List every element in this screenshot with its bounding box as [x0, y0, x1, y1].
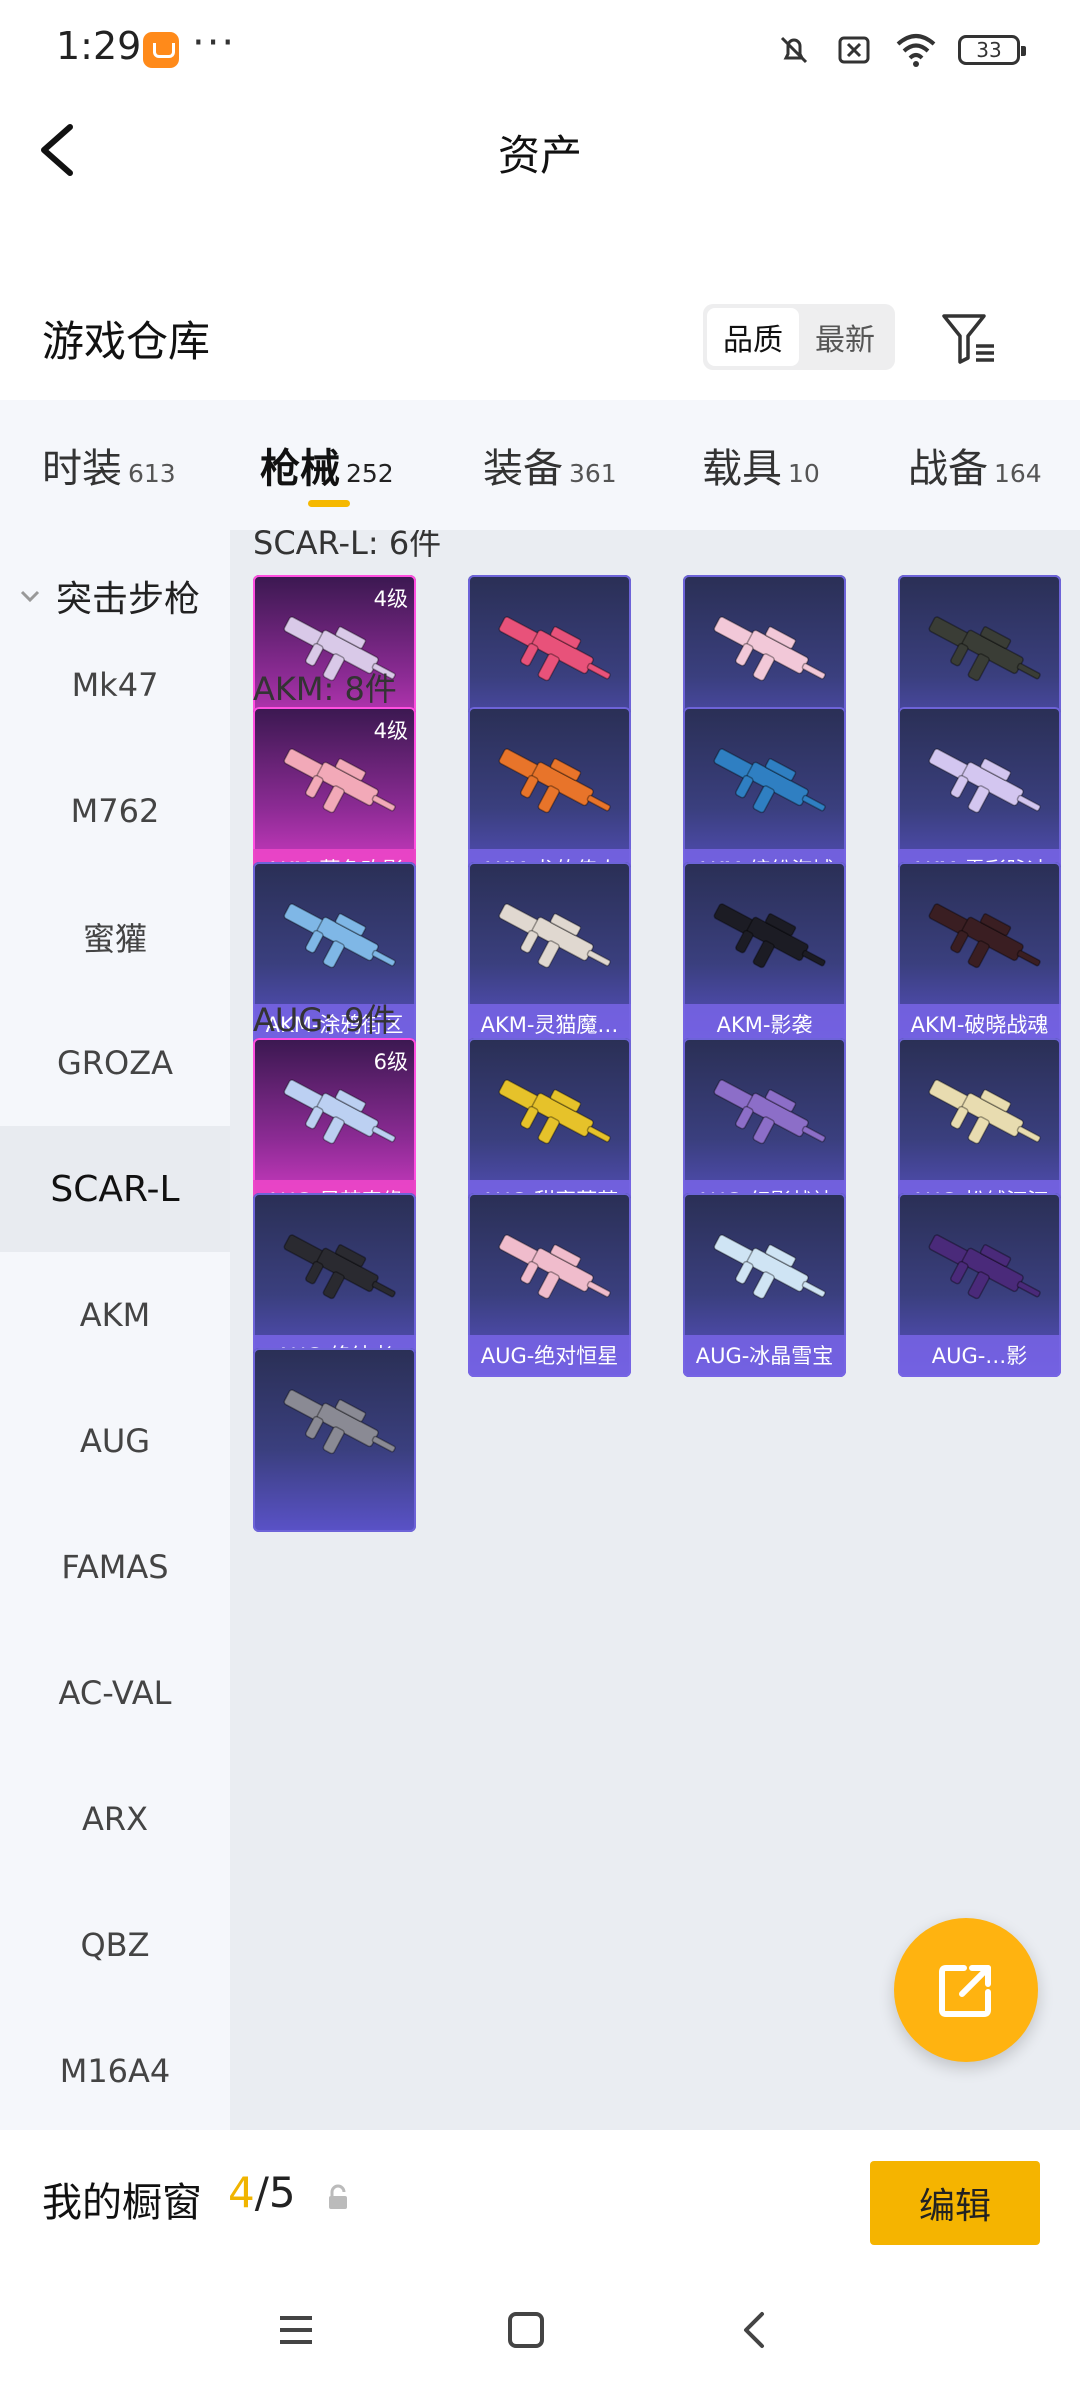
weapon-grid: SCAR-L: 6件4级SCAR-L-云…SCAR-L-彩…SCAR-L-冷…S… — [230, 530, 1080, 2130]
weapon-skin-card[interactable]: AKM-灵猫魔… — [468, 862, 631, 1046]
gun-skin-image — [283, 1234, 396, 1300]
showcase-current: 4 — [228, 2168, 255, 2217]
chevron-down-icon — [20, 590, 40, 603]
sidebar-item[interactable]: AKM — [0, 1252, 230, 1378]
gun-skin-image — [498, 748, 611, 814]
weapon-skin-card[interactable]: AKM-破晓战魂 — [898, 862, 1061, 1046]
tab-count: 613 — [128, 459, 176, 488]
sidebar-item[interactable]: 蜜獾 — [0, 874, 230, 1000]
showcase-label: 我的橱窗 — [42, 2180, 202, 2226]
home-icon[interactable] — [496, 2300, 556, 2360]
gun-skin-image — [928, 748, 1041, 814]
sidebar-item[interactable]: M16A4 — [0, 2008, 230, 2130]
showcase-bar: 我的橱窗 4/5 编辑 — [0, 2130, 1080, 2260]
sidebar-item[interactable]: AUG — [0, 1378, 230, 1504]
sidebar-item[interactable]: FAMAS — [0, 1504, 230, 1630]
wifi-icon — [896, 34, 936, 67]
sidebar-item[interactable]: Mk47 — [0, 622, 230, 748]
sidebar-category-assault-rifles[interactable]: 突击步枪 — [18, 570, 200, 622]
sidebar-category-label: 突击步枪 — [56, 579, 201, 620]
filter-icon[interactable] — [940, 310, 1000, 366]
weapon-group-label: SCAR-L: 6件 — [253, 530, 442, 562]
tab-count: 164 — [994, 459, 1042, 488]
gun-skin-image — [713, 1079, 826, 1145]
gun-skin-image — [928, 903, 1041, 969]
tab-equipment[interactable]: 装备 361 — [483, 436, 617, 494]
sidebar-item[interactable]: SCAR-L — [0, 1126, 230, 1252]
tab-label: 枪械 — [260, 446, 340, 492]
skin-level-badge: 6级 — [373, 1050, 408, 1074]
battery-icon: 33 — [958, 35, 1026, 65]
tab-label: 装备 — [483, 446, 563, 492]
share-button[interactable] — [894, 1918, 1038, 2062]
tab-count: 361 — [569, 459, 617, 488]
weapon-skin-card[interactable]: AUG-…影 — [898, 1193, 1061, 1377]
tab-count: 10 — [788, 459, 820, 488]
active-tab-indicator — [308, 500, 350, 507]
page-title: 资产 — [497, 131, 582, 180]
gun-skin-image — [498, 1234, 611, 1300]
tab-vehicles[interactable]: 载具 10 — [702, 436, 820, 494]
skin-name: AUG-绝对恒星 — [468, 1335, 631, 1377]
weapon-skin-card[interactable]: AUG-绝对恒星 — [468, 1193, 631, 1377]
skin-name: AUG-冰晶雪宝 — [683, 1335, 846, 1377]
no-sim-icon — [838, 36, 870, 64]
tab-label: 战备 — [908, 446, 988, 492]
sidebar-item[interactable]: ARX — [0, 1756, 230, 1882]
status-bar: 1:29 ··· 33 — [0, 0, 1080, 100]
lock-icon — [329, 2184, 347, 2209]
sidebar-item[interactable]: M762 — [0, 748, 230, 874]
gun-skin-image — [498, 1079, 611, 1145]
gun-skin-image — [713, 748, 826, 814]
showcase-total: /5 — [254, 2168, 296, 2217]
gun-skin-image — [283, 1389, 396, 1455]
weapon-group-label: AKM: 8件 — [253, 670, 397, 708]
weapon-skin-card[interactable] — [253, 1348, 416, 1532]
tab-count: 252 — [346, 459, 394, 488]
sidebar-item[interactable]: QBZ — [0, 1882, 230, 2008]
edit-button[interactable]: 编辑 — [870, 2161, 1040, 2245]
category-tabs: 时装 613 枪械 252 装备 361 载具 10 战备 164 — [0, 400, 1080, 530]
skin-name: AUG-…影 — [898, 1335, 1061, 1377]
gun-skin-image — [713, 903, 826, 969]
gun-skin-image — [283, 1079, 396, 1145]
sidebar-item[interactable]: GROZA — [0, 1000, 230, 1126]
status-time: 1:29 — [56, 24, 142, 68]
tab-firearms[interactable]: 枪械 252 — [260, 436, 394, 494]
gun-skin-image — [498, 616, 611, 682]
weapon-skin-card[interactable]: AUG-冰晶雪宝 — [683, 1193, 846, 1377]
gun-skin-image — [713, 1234, 826, 1300]
tab-fashion[interactable]: 时装 613 — [42, 436, 176, 494]
tab-gear[interactable]: 战备 164 — [908, 436, 1042, 494]
weapon-type-sidebar: 突击步枪 Mk47 M762 蜜獾 GROZA SCAR-L AKM AUG FAMAS AC-… — [0, 530, 230, 2130]
menu-icon[interactable] — [266, 2300, 326, 2360]
share-icon — [939, 1965, 991, 2017]
tab-label: 载具 — [702, 446, 782, 492]
weapon-group-label: AUG: 9件 — [253, 1001, 397, 1039]
gun-skin-image — [928, 1079, 1041, 1145]
gun-skin-image — [928, 1234, 1041, 1300]
system-navigation-bar — [0, 2260, 1080, 2400]
sort-by-newest-button[interactable]: 最新 — [799, 308, 891, 366]
more-notifications-icon: ··· — [192, 20, 237, 66]
back-icon[interactable] — [726, 2300, 786, 2360]
gun-skin-image — [283, 903, 396, 969]
tab-label: 时装 — [42, 446, 122, 492]
sidebar-item[interactable]: AC-VAL — [0, 1630, 230, 1756]
gun-skin-image — [498, 903, 611, 969]
section-title: 游戏仓库 — [42, 317, 211, 366]
sort-toggle: 品质 最新 — [703, 304, 895, 370]
mute-icon — [780, 36, 808, 64]
gun-skin-image — [283, 748, 396, 814]
weapon-skin-card[interactable]: AKM-影袭 — [683, 862, 846, 1046]
shopping-app-icon — [143, 32, 179, 68]
gun-skin-image — [928, 616, 1041, 682]
sort-by-quality-button[interactable]: 品质 — [707, 308, 799, 366]
skin-level-badge: 4级 — [373, 587, 408, 611]
showcase-count: 4/5 — [228, 2168, 296, 2217]
gun-skin-image — [713, 616, 826, 682]
skin-level-badge: 4级 — [373, 719, 408, 743]
